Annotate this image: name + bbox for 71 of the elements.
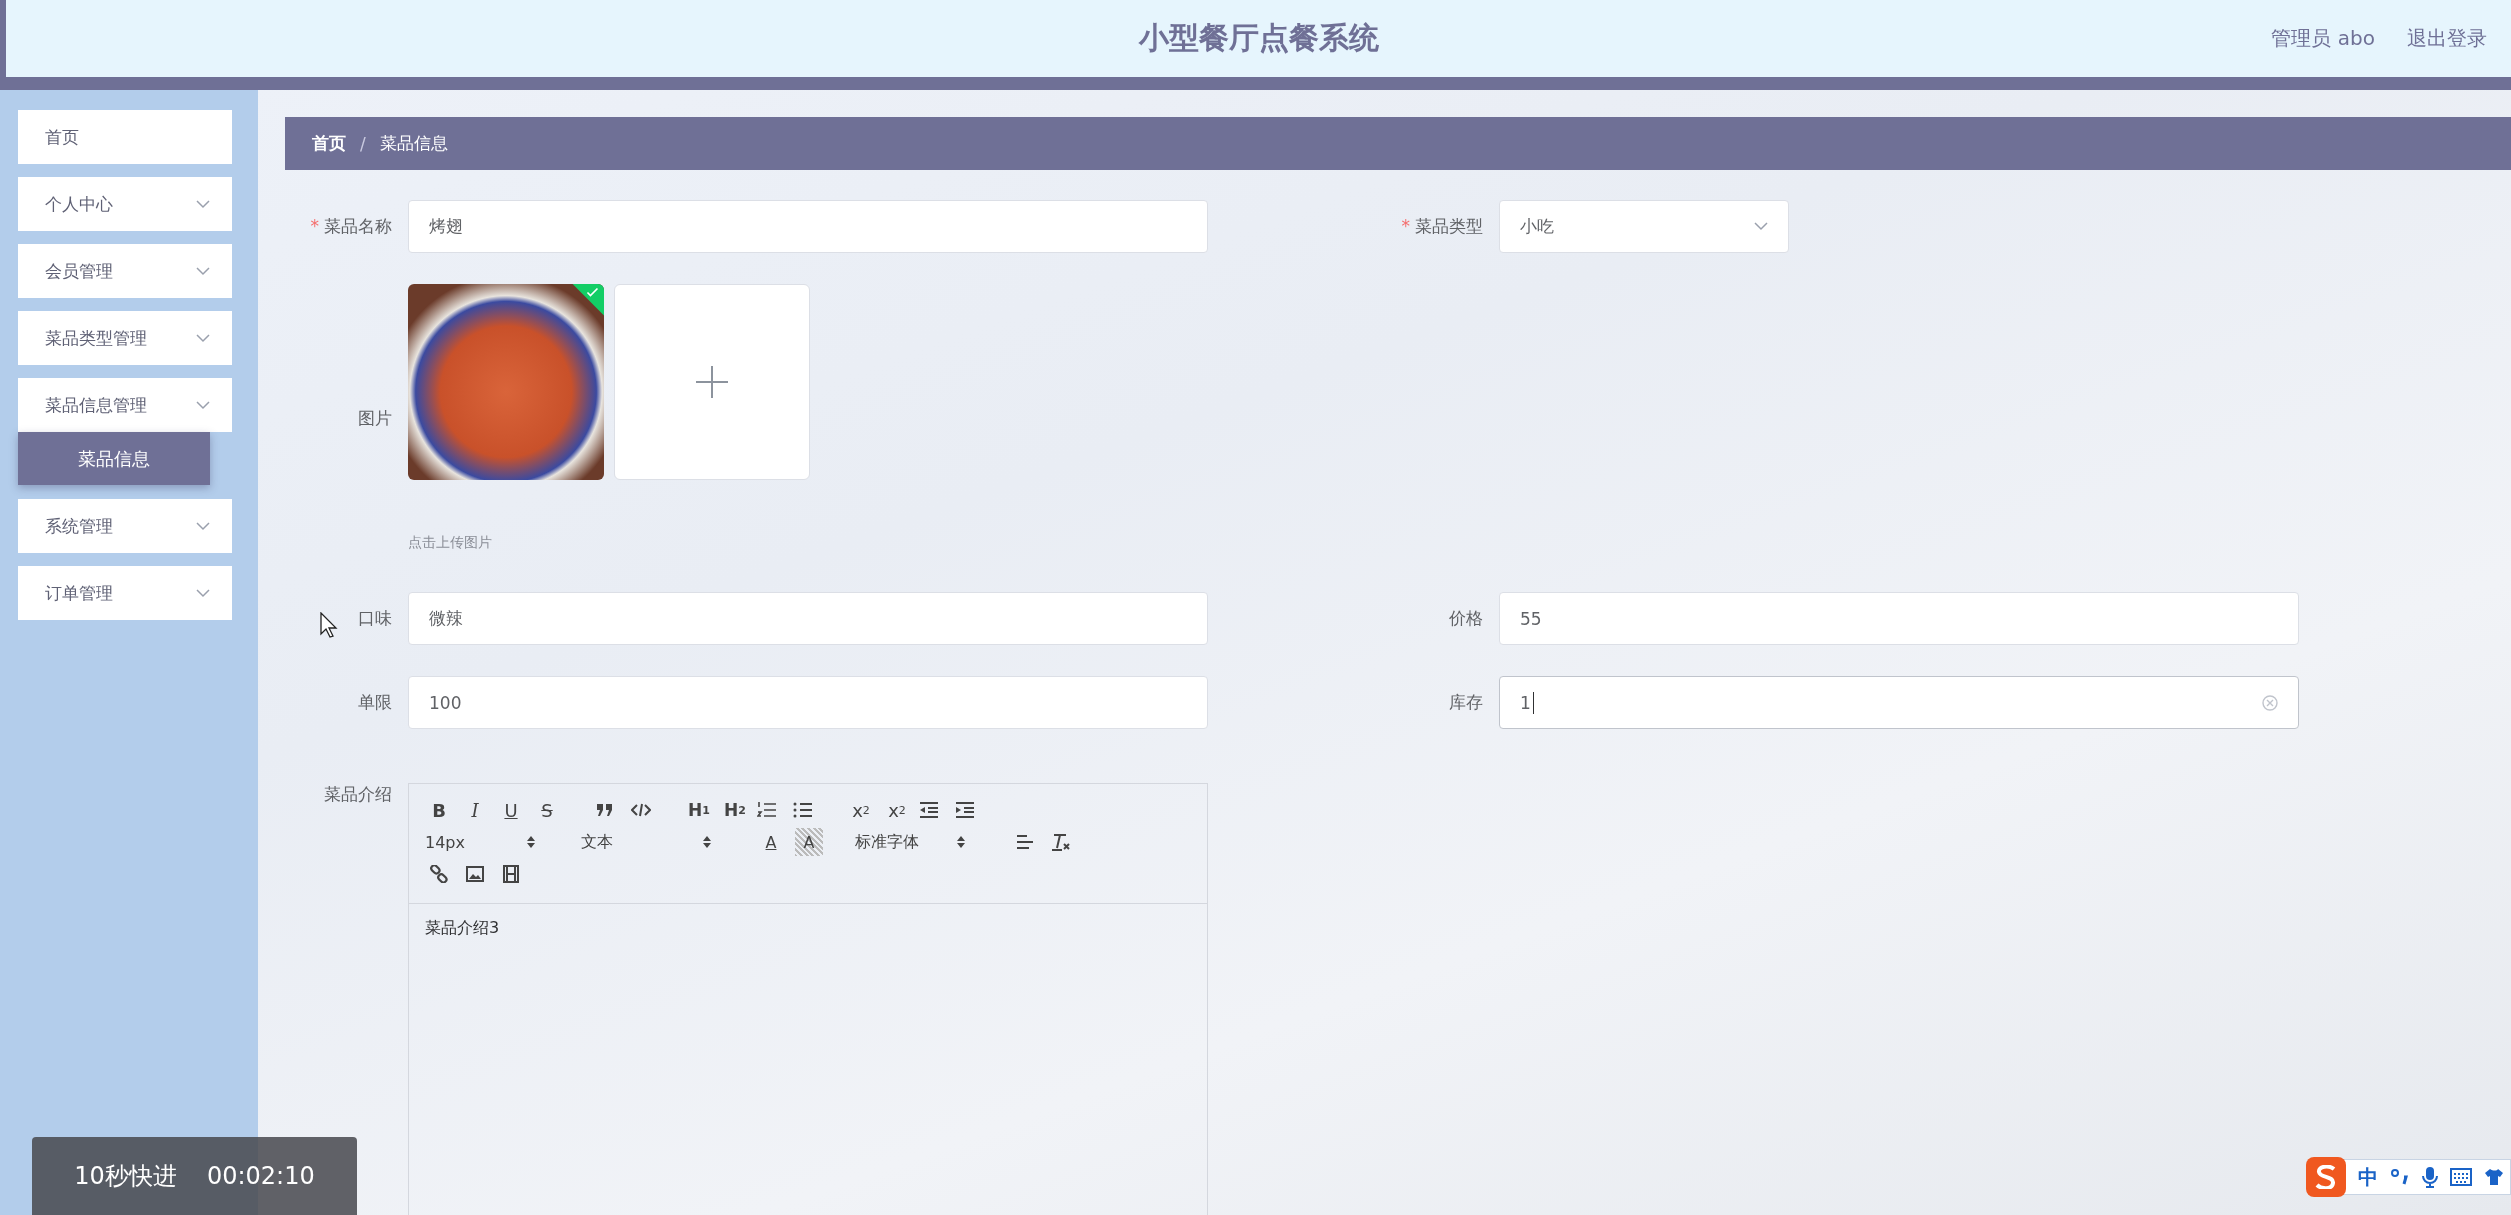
plus-icon	[695, 365, 729, 399]
input-field[interactable]: 55	[1499, 592, 2299, 645]
mouse-pointer-icon	[320, 612, 338, 638]
code-icon	[631, 803, 651, 817]
field-label: 菜品介绍	[324, 783, 392, 806]
strikethrough-button[interactable]: S	[533, 796, 561, 824]
shirt-icon[interactable]	[2484, 1168, 2504, 1186]
italic-button[interactable]: I	[461, 796, 489, 824]
upload-hint: 点击上传图片	[408, 534, 493, 552]
breadcrumb-item[interactable]: 首页	[312, 132, 346, 155]
editor-text[interactable]: 菜品介绍3	[409, 904, 1207, 953]
sidebar-item[interactable]: 菜品信息管理	[18, 378, 232, 432]
input-field[interactable]: 烤翅	[408, 200, 1208, 253]
link-icon	[430, 865, 448, 883]
underline-button[interactable]: U	[497, 796, 525, 824]
chevron-down-icon	[196, 333, 210, 343]
sort-arrows-icon	[957, 836, 965, 848]
image-icon	[466, 866, 484, 882]
playback-time: 00:02:10	[206, 1162, 315, 1190]
input-field[interactable]: 100	[408, 676, 1208, 729]
punctuation-icon[interactable]	[2390, 1167, 2410, 1187]
sidebar-item[interactable]: 个人中心	[18, 177, 232, 231]
sidebar-item[interactable]: 首页	[18, 110, 232, 164]
sort-arrows-icon	[527, 836, 535, 848]
select-field[interactable]: 小吃	[1499, 200, 1789, 253]
chevron-down-icon	[196, 199, 210, 209]
chevron-down-icon	[196, 588, 210, 598]
chevron-down-icon	[196, 266, 210, 276]
align-left-icon	[1016, 834, 1034, 850]
sidebar-item[interactable]: 菜品类型管理	[18, 311, 232, 365]
field-label: 库存	[1449, 691, 1483, 714]
film-icon	[503, 865, 519, 883]
font-color-button[interactable]: A	[757, 828, 785, 856]
field-label: 价格	[1449, 607, 1483, 630]
toolbar-select[interactable]: 标准字体	[855, 828, 983, 856]
field-label: 图片	[358, 406, 392, 430]
background-color-button[interactable]: A	[795, 828, 823, 856]
toolbar-select[interactable]: 14px	[425, 828, 553, 856]
ordered-list-icon	[757, 801, 777, 819]
input-field[interactable]: 1	[1499, 676, 2299, 729]
sidebar-item[interactable]: 系统管理	[18, 499, 232, 553]
sidebar-subitem[interactable]: 菜品信息	[18, 432, 210, 485]
sidebar-item[interactable]: 会员管理	[18, 244, 232, 298]
toolbar-select[interactable]: 文本	[581, 828, 729, 856]
quote-icon	[596, 803, 614, 817]
outdent-icon	[919, 801, 939, 819]
bullet-list-icon	[793, 801, 813, 819]
ime-mode[interactable]: 中	[2358, 1163, 2378, 1191]
keyboard-icon[interactable]	[2450, 1168, 2472, 1186]
microphone-icon[interactable]	[2422, 1166, 2438, 1188]
chevron-down-icon	[1754, 222, 1768, 231]
breadcrumb-item: 菜品信息	[379, 132, 448, 155]
logout-link[interactable]: 退出登录	[2407, 25, 2487, 52]
chevron-down-icon	[196, 521, 210, 531]
indent-icon	[955, 801, 975, 819]
app-title: 小型餐厅点餐系统	[1138, 19, 1379, 57]
field-label: * 菜品名称	[310, 215, 392, 238]
field-label: 口味	[358, 607, 392, 630]
field-label: * 菜品类型	[1401, 215, 1483, 238]
user-name: 管理员 abo	[2271, 25, 2375, 52]
text-caret	[1532, 691, 1534, 714]
script-button[interactable]: x$^{2}$	[883, 796, 911, 824]
input-field[interactable]: 微辣	[408, 592, 1208, 645]
chevron-down-icon	[196, 400, 210, 410]
bold-button[interactable]: B	[425, 796, 453, 824]
skip-label: 10秒快进	[74, 1161, 177, 1192]
sort-arrows-icon	[703, 836, 711, 848]
sidebar-item[interactable]: 订单管理	[18, 566, 232, 620]
breadcrumb-separator: /	[360, 133, 366, 154]
clear-format-icon	[1051, 833, 1071, 851]
field-label: 单限	[358, 691, 392, 714]
